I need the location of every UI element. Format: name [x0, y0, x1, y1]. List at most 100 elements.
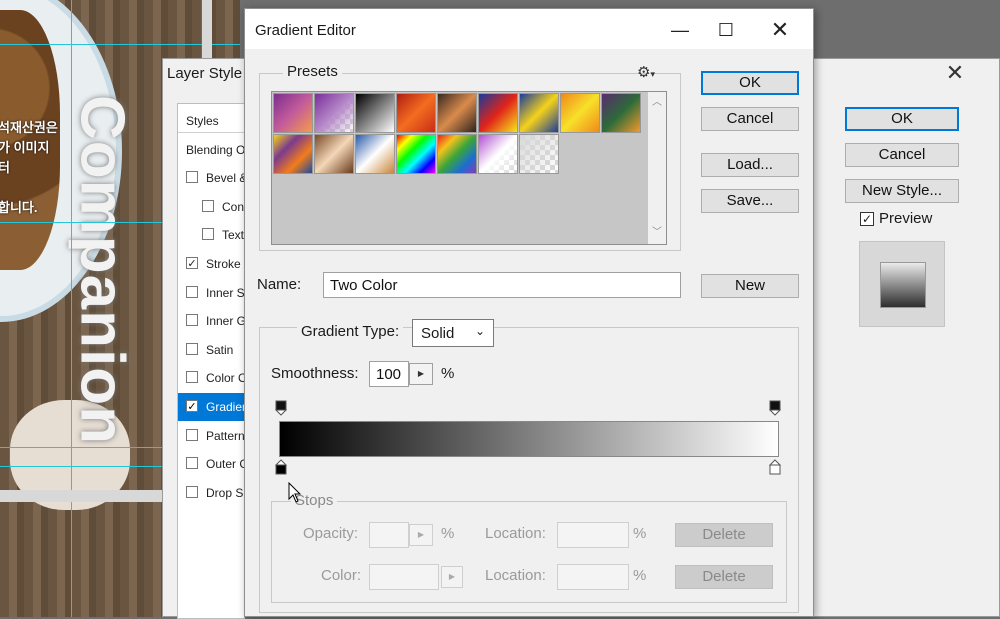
chevron-down-icon: ⌄	[475, 324, 486, 338]
color-delete-button[interactable]: Delete	[675, 565, 773, 589]
preset-swatch[interactable]	[560, 93, 600, 133]
opacity-label: Opacity:	[303, 525, 359, 542]
opacity-stop-right[interactable]	[769, 400, 781, 416]
opacity-location-label: Location:	[485, 525, 546, 542]
style-list-item[interactable]: Inner Glow	[178, 307, 244, 335]
style-checkbox[interactable]	[186, 314, 198, 327]
new-button[interactable]: New	[701, 274, 799, 298]
mouse-cursor-icon	[288, 482, 302, 503]
preview-checkbox[interactable]: ✓	[860, 212, 874, 226]
smoothness-unit: %	[441, 365, 455, 382]
preset-swatch[interactable]	[273, 134, 313, 174]
style-checkbox[interactable]	[186, 285, 198, 298]
color-picker-arrow-icon[interactable]: ▶	[441, 566, 463, 588]
companion-text: Companion	[67, 95, 137, 445]
preset-swatch[interactable]	[396, 134, 436, 174]
preset-swatch[interactable]	[601, 93, 641, 133]
style-checkbox[interactable]: ✓	[186, 400, 198, 413]
preset-swatch[interactable]	[519, 134, 559, 174]
scroll-up-icon[interactable]: ︿	[648, 94, 666, 112]
style-item-label: Stroke	[206, 257, 241, 271]
new-style-button[interactable]: New Style...	[845, 179, 959, 203]
gradient-type-value: Solid	[421, 325, 455, 342]
style-item-label: Inner Shadow	[206, 285, 245, 300]
cancel-button[interactable]: Cancel	[701, 107, 799, 131]
ok-button[interactable]: OK	[701, 71, 799, 95]
preset-swatch[interactable]	[519, 93, 559, 133]
style-list-item[interactable]: Contour	[178, 193, 244, 221]
close-icon[interactable]: ✕	[765, 15, 795, 45]
style-list-item[interactable]: Texture	[178, 221, 244, 249]
layer-style-ok-button[interactable]: OK	[845, 107, 959, 131]
style-list-item[interactable]: Styles	[178, 107, 244, 135]
smoothness-label: Smoothness:	[271, 365, 359, 382]
style-list-item[interactable]: Color Overlay	[178, 364, 244, 392]
style-list-item[interactable]: Bevel & Emboss	[178, 164, 244, 192]
opacity-stepper-icon[interactable]: ▶	[409, 524, 433, 546]
style-list-item[interactable]: Satin	[178, 336, 244, 364]
presets-scrollbar[interactable]: ︿ ﹀	[648, 92, 666, 244]
preset-swatch[interactable]	[437, 134, 477, 174]
preview-label: Preview	[879, 210, 933, 227]
preset-swatch[interactable]	[478, 93, 518, 133]
style-item-label: Blending Options	[186, 142, 245, 157]
style-list-item[interactable]: Blending Options	[178, 136, 244, 164]
style-item-label: Texture	[222, 228, 245, 243]
style-checkbox[interactable]	[186, 371, 198, 384]
style-checkbox[interactable]: ✓	[186, 257, 198, 270]
style-checkbox[interactable]	[186, 457, 198, 470]
opacity-unit: %	[441, 525, 455, 542]
gradient-bar[interactable]	[279, 421, 779, 457]
opacity-location-field[interactable]	[557, 522, 629, 548]
opacity-delete-button[interactable]: Delete	[675, 523, 773, 547]
style-checkbox[interactable]	[202, 199, 214, 212]
style-checkbox[interactable]	[186, 485, 198, 498]
layer-style-cancel-button[interactable]: Cancel	[845, 143, 959, 167]
preset-swatch[interactable]	[396, 93, 436, 133]
style-item-label: Contour	[222, 199, 245, 214]
style-checkbox[interactable]	[186, 171, 198, 184]
save-button[interactable]: Save...	[701, 189, 799, 213]
divider	[178, 132, 244, 133]
color-stop-right[interactable]	[769, 459, 781, 475]
smoothness-stepper-icon[interactable]: ▶	[409, 363, 433, 385]
preset-swatch[interactable]	[355, 93, 395, 133]
preset-swatch[interactable]	[314, 134, 354, 174]
scroll-down-icon[interactable]: ﹀	[648, 224, 666, 242]
opacity-field[interactable]	[369, 522, 409, 548]
canvas-vertical-title: Companion	[62, 60, 142, 480]
close-icon[interactable]: ✕	[943, 61, 967, 85]
style-list-item[interactable]: Outer Glow	[178, 450, 244, 478]
color-swatch[interactable]	[369, 564, 439, 590]
color-location-label: Location:	[485, 567, 546, 584]
style-list-item[interactable]: ✓ Gradient Overlay	[178, 393, 244, 421]
style-item-label: Color Overlay	[206, 371, 244, 386]
smoothness-field[interactable]	[369, 361, 409, 387]
preset-swatch[interactable]	[355, 134, 395, 174]
color-label: Color:	[321, 567, 362, 584]
style-list-item[interactable]: Drop Shadow	[178, 479, 244, 507]
color-location-unit: %	[633, 567, 647, 584]
gradient-type-select[interactable]: Solid ⌄	[412, 319, 494, 347]
gear-icon[interactable]: ⚙▾	[637, 63, 655, 81]
color-stop-left[interactable]	[275, 459, 287, 475]
guide-line	[71, 0, 72, 617]
preset-swatch[interactable]	[478, 134, 518, 174]
preset-swatch[interactable]	[437, 93, 477, 133]
maximize-icon[interactable]: ☐	[711, 15, 741, 45]
style-checkbox[interactable]	[202, 228, 214, 241]
style-checkbox[interactable]	[186, 342, 198, 355]
name-field[interactable]	[323, 272, 681, 298]
load-button[interactable]: Load...	[701, 153, 799, 177]
preset-swatch[interactable]	[273, 93, 313, 133]
style-item-label: Styles	[186, 114, 219, 128]
style-list-item[interactable]: Pattern Overlay	[178, 422, 244, 450]
style-list-item[interactable]: Inner Shadow	[178, 279, 244, 307]
opacity-stop-left[interactable]	[275, 400, 287, 416]
name-label: Name:	[257, 276, 302, 293]
style-checkbox[interactable]	[186, 428, 198, 441]
style-list-item[interactable]: ✓ Stroke	[178, 250, 244, 278]
color-location-field[interactable]	[557, 564, 629, 590]
minimize-icon[interactable]: —	[665, 15, 695, 45]
preset-swatch[interactable]	[314, 93, 354, 133]
